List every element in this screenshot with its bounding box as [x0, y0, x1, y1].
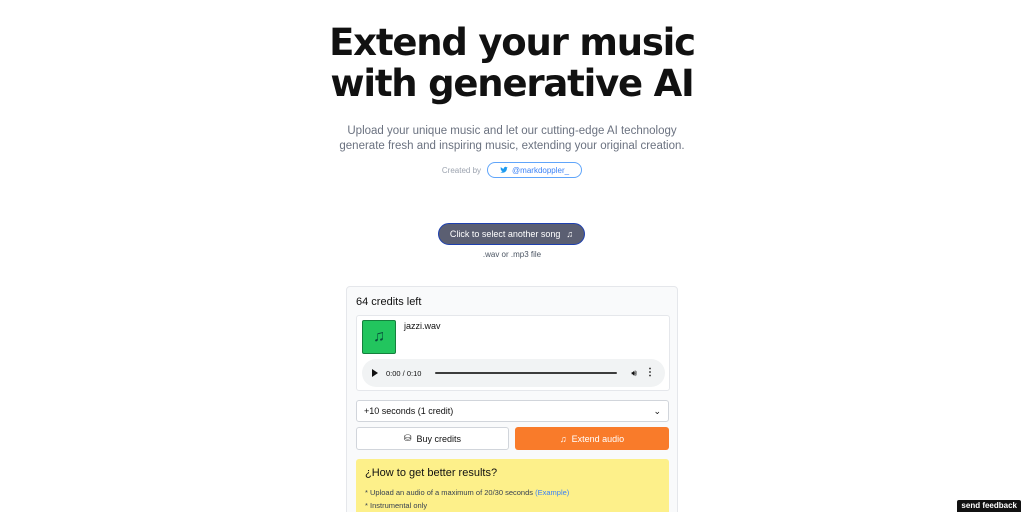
page-subtitle: Upload your unique music and let our cut… — [339, 125, 685, 152]
tip-text: * Upload an audio of a maximum of 20/30 … — [365, 488, 534, 497]
twitter-link[interactable]: @markdoppler_ — [487, 162, 583, 178]
buy-credits-button[interactable]: ⛁ Buy credits — [356, 427, 509, 450]
music-note-icon: ♫ — [373, 328, 385, 345]
extend-panel: 64 credits left ♫ jazzi.wav 0:00 / 0:10 … — [346, 286, 678, 512]
select-song-label: Click to select another song — [449, 229, 561, 239]
select-song-button[interactable]: Click to select another song ♫ — [438, 223, 585, 245]
send-feedback-button[interactable]: send feedback — [957, 500, 1021, 512]
file-name: jazzi.wav — [404, 321, 441, 331]
duration-select-value: +10 seconds (1 credit) — [364, 406, 454, 416]
play-icon[interactable] — [372, 369, 378, 377]
author-credit: Created by @markdoppler_ — [0, 162, 1024, 178]
tip-item: * Upload an audio of a maximum of 20/30 … — [365, 486, 660, 499]
chevron-down-icon: ⌄ — [653, 405, 661, 416]
music-extend-icon: ♫ — [559, 433, 567, 444]
buy-credits-label: Buy credits — [416, 433, 462, 444]
twitter-icon — [500, 166, 508, 173]
extend-audio-button[interactable]: ♫ Extend audio — [515, 427, 669, 450]
tip-item: * Instrumental only — [365, 499, 660, 512]
more-vertical-icon[interactable]: ⋮ — [645, 368, 655, 378]
extend-audio-label: Extend audio — [571, 433, 625, 444]
page-title: Extend your music with generative AI — [0, 22, 1024, 104]
created-by-label: Created by — [441, 165, 482, 175]
player-progress[interactable] — [435, 372, 618, 374]
tip-text: * Instrumental only — [365, 501, 428, 510]
volume-icon[interactable]: 🔊︎ — [631, 368, 637, 379]
title-line-2: with generative AI — [330, 62, 694, 105]
tips-box: ¿How to get better results? * Upload an … — [356, 459, 669, 512]
file-type-hint: .wav or .mp3 file — [482, 250, 542, 259]
music-note-icon: ♫ — [566, 229, 574, 239]
tips-title: ¿How to get better results? — [365, 467, 498, 479]
hero: Extend your music with generative AI Upl… — [0, 22, 1024, 178]
player-time: 0:00 / 0:10 — [386, 368, 422, 378]
audio-thumbnail: ♫ — [362, 320, 396, 354]
coins-icon: ⛁ — [403, 433, 412, 443]
audio-player[interactable]: 0:00 / 0:10 🔊︎ ⋮ — [362, 359, 665, 387]
audio-card: ♫ jazzi.wav 0:00 / 0:10 🔊︎ ⋮ — [356, 315, 670, 391]
title-line-1: Extend your music — [329, 21, 696, 64]
example-link[interactable]: (Example) — [535, 488, 569, 497]
duration-select[interactable]: +10 seconds (1 credit) ⌄ — [356, 400, 669, 422]
twitter-handle: @markdoppler_ — [512, 165, 570, 175]
credits-left: 64 credits left — [356, 296, 422, 308]
